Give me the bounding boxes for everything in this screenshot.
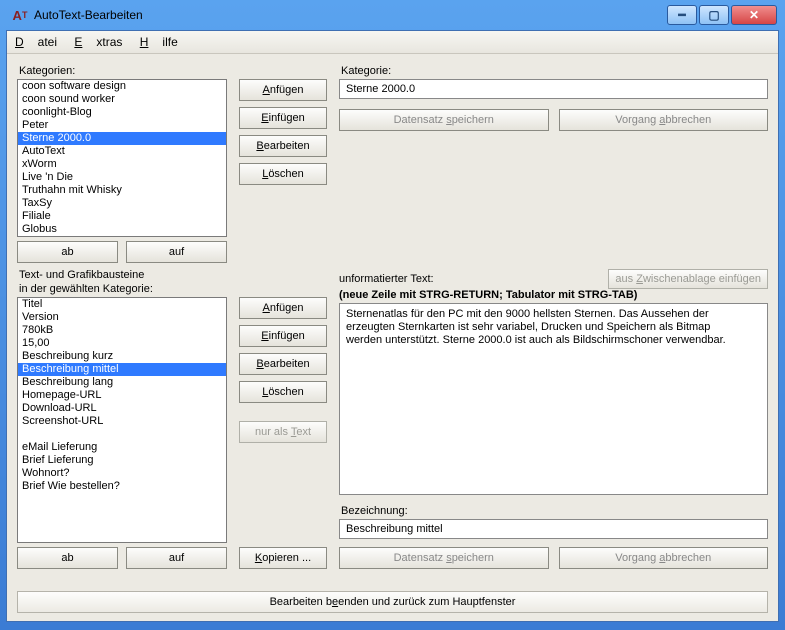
kopieren-button[interactable]: Kopieren ...: [239, 547, 327, 569]
kategorien-label: Kategorien:: [19, 65, 227, 77]
close-button[interactable]: ✕: [731, 5, 777, 25]
list-item[interactable]: TaxSy: [18, 197, 226, 210]
item-cancel-button[interactable]: Vorgang abbrechen: [559, 547, 769, 569]
menu-extras[interactable]: Extras: [74, 35, 122, 49]
titlebar: AT AutoText-Bearbeiten ━ ▢ ✕: [6, 0, 779, 30]
list-item[interactable]: Globus: [18, 223, 226, 236]
list-item[interactable]: Filiale: [18, 210, 226, 223]
list-item[interactable]: Beschreibung lang: [18, 376, 226, 389]
list-item[interactable]: coon software design: [18, 80, 226, 93]
list-item[interactable]: Brief Lieferung: [18, 454, 226, 467]
bezeichnung-label: Bezeichnung:: [341, 505, 768, 517]
item-save-button[interactable]: Datensatz speichern: [339, 547, 549, 569]
categories-listbox[interactable]: coon software designcoon sound workercoo…: [17, 79, 227, 237]
kategorie-input[interactable]: Sterne 2000.0: [339, 79, 768, 99]
cat-einfuegen-button[interactable]: Einfügen: [239, 107, 327, 129]
cat-save-button[interactable]: Datensatz speichern: [339, 109, 549, 131]
clipboard-paste-button[interactable]: aus Zwischenablage einfügen: [608, 269, 768, 289]
bezeichnung-input[interactable]: Beschreibung mittel: [339, 519, 768, 539]
cat-anfuegen-button[interactable]: Anfügen: [239, 79, 327, 101]
list-item[interactable]: Peter: [18, 119, 226, 132]
cat-loeschen-button[interactable]: Löschen: [239, 163, 327, 185]
items-label-2: in der gewählten Kategorie:: [19, 283, 227, 295]
item-up-button[interactable]: auf: [126, 547, 227, 569]
list-item[interactable]: [18, 428, 226, 441]
maximize-button[interactable]: ▢: [699, 5, 729, 25]
list-item[interactable]: 15,00: [18, 337, 226, 350]
hint-label: (neue Zeile mit STRG-RETURN; Tabulator m…: [339, 289, 768, 301]
list-item[interactable]: AutoText: [18, 145, 226, 158]
close-icon: ✕: [749, 8, 759, 22]
list-item[interactable]: 780kB: [18, 324, 226, 337]
list-item[interactable]: Truthahn mit Whisky: [18, 184, 226, 197]
nur-als-text-button[interactable]: nur als Text: [239, 421, 327, 443]
menu-hilfe[interactable]: Hilfe: [140, 35, 178, 49]
list-item[interactable]: Beschreibung kurz: [18, 350, 226, 363]
list-item[interactable]: coon sound worker: [18, 93, 226, 106]
menu-datei[interactable]: Datei: [15, 35, 57, 49]
list-item[interactable]: xWorm: [18, 158, 226, 171]
list-item[interactable]: Brief Wie bestellen?: [18, 480, 226, 493]
app-icon: AT: [12, 7, 28, 23]
list-item[interactable]: Live 'n Die: [18, 171, 226, 184]
item-loeschen-button[interactable]: Löschen: [239, 381, 327, 403]
item-down-button[interactable]: ab: [17, 547, 118, 569]
list-item[interactable]: Version: [18, 311, 226, 324]
cat-up-button[interactable]: auf: [126, 241, 227, 263]
list-item[interactable]: Download-URL: [18, 402, 226, 415]
list-item[interactable]: Wohnort?: [18, 467, 226, 480]
menubar: Datei Extras Hilfe: [7, 31, 778, 54]
window-title: AutoText-Bearbeiten: [34, 8, 667, 22]
text-area[interactable]: Sternenatlas für den PC mit den 9000 hel…: [339, 303, 768, 495]
minimize-icon: ━: [678, 8, 685, 22]
list-item[interactable]: Sterne 2000.0: [18, 132, 226, 145]
list-item[interactable]: eMail Lieferung: [18, 441, 226, 454]
item-bearbeiten-button[interactable]: Bearbeiten: [239, 353, 327, 375]
items-label-1: Text- und Grafikbausteine: [19, 269, 227, 281]
list-item[interactable]: coonlight-Blog: [18, 106, 226, 119]
minimize-button[interactable]: ━: [667, 5, 697, 25]
maximize-icon: ▢: [708, 8, 719, 22]
cat-down-button[interactable]: ab: [17, 241, 118, 263]
kategorie-label: Kategorie:: [341, 65, 768, 77]
unformatiert-label: unformatierter Text:: [339, 273, 434, 285]
list-item[interactable]: Titel: [18, 298, 226, 311]
list-item[interactable]: Screenshot-URL: [18, 415, 226, 428]
items-listbox[interactable]: TitelVersion780kB15,00Beschreibung kurzB…: [17, 297, 227, 543]
cat-cancel-button[interactable]: Vorgang abbrechen: [559, 109, 769, 131]
list-item[interactable]: Homepage-URL: [18, 389, 226, 402]
list-item[interactable]: Beschreibung mittel: [18, 363, 226, 376]
cat-bearbeiten-button[interactable]: Bearbeiten: [239, 135, 327, 157]
item-einfuegen-button[interactable]: Einfügen: [239, 325, 327, 347]
item-anfuegen-button[interactable]: Anfügen: [239, 297, 327, 319]
close-dialog-button[interactable]: Bearbeiten beenden und zurück zum Hauptf…: [17, 591, 768, 613]
